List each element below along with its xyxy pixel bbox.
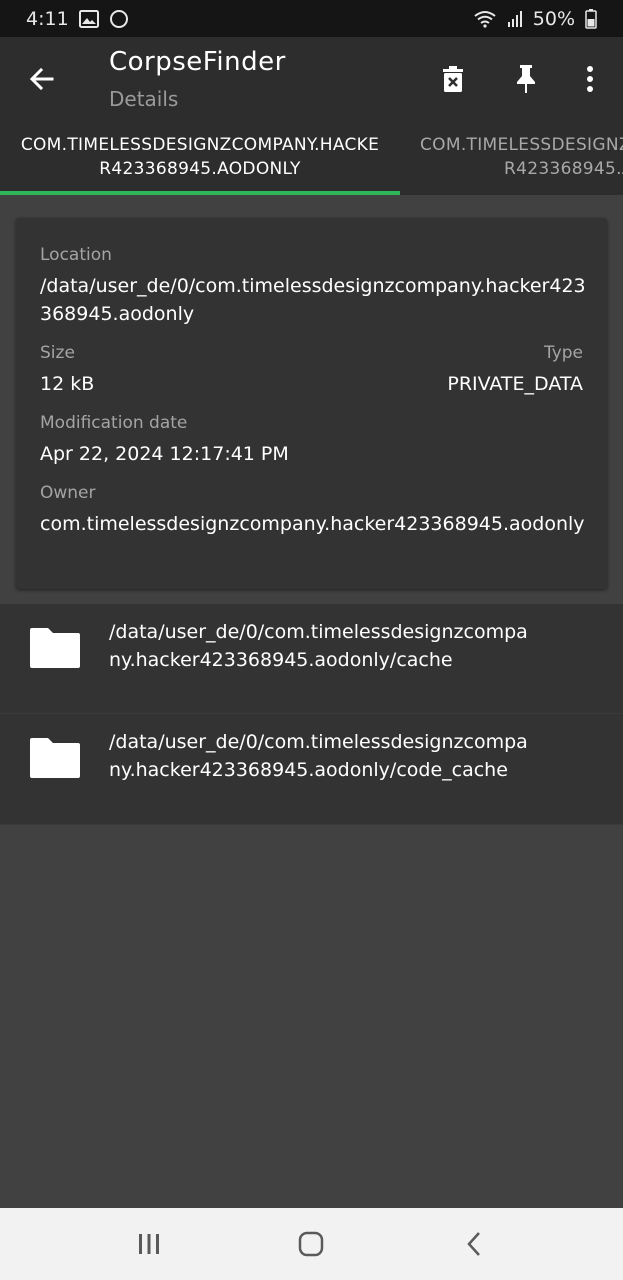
home-button[interactable] xyxy=(291,1228,331,1260)
recents-button[interactable] xyxy=(129,1228,169,1260)
size-label: Size xyxy=(40,343,75,363)
owner-label: Owner xyxy=(40,483,96,503)
circle-icon xyxy=(109,9,129,29)
type-value: PRIVATE_DATA xyxy=(447,373,583,395)
tab-next-line1: COM.TIMELESSDESIGNZ xyxy=(420,135,623,155)
back-arrow-icon xyxy=(29,67,54,91)
system-nav-bar xyxy=(0,1208,623,1280)
pin-button[interactable] xyxy=(506,59,546,99)
delete-icon xyxy=(443,66,463,92)
details-card: Location /data/user_de/0/com.timelessdes… xyxy=(16,218,607,589)
home-icon xyxy=(298,1231,324,1257)
folder-icon xyxy=(30,628,80,668)
tab-next[interactable]: COM.TIMELESSDESIGNZ R423368945.A xyxy=(420,133,623,181)
modification-date-value: Apr 22, 2024 12:17:41 PM xyxy=(40,443,289,465)
list-item[interactable]: /data/user_de/0/com.timelessdesignzcompa… xyxy=(0,604,623,714)
location-value: /data/user_de/0/com.timelessdesignzcompa… xyxy=(40,275,586,325)
battery-icon xyxy=(585,8,597,29)
tab-current[interactable]: COM.TIMELESSDESIGNZCOMPANY.HACKE R423368… xyxy=(10,133,390,181)
status-time: 4:11 xyxy=(26,7,69,30)
app-title: CorpseFinder xyxy=(109,47,286,77)
location-label: Location xyxy=(40,245,112,265)
pin-icon xyxy=(517,65,535,93)
battery-percent: 50% xyxy=(532,7,575,30)
app-subtitle: Details xyxy=(109,87,179,111)
more-button[interactable] xyxy=(570,59,610,99)
status-right: 50% xyxy=(473,8,597,30)
folder-path: /data/user_de/0/com.timelessdesignzcompa… xyxy=(109,731,528,781)
wifi-icon xyxy=(473,10,497,28)
signal-icon xyxy=(507,10,523,28)
delete-button[interactable] xyxy=(433,59,473,99)
file-list: /data/user_de/0/com.timelessdesignzcompa… xyxy=(0,604,623,825)
modification-date-label: Modification date xyxy=(40,413,188,433)
status-left: 4:11 xyxy=(26,8,129,30)
tab-indicator xyxy=(0,191,400,195)
recents-icon xyxy=(139,1234,159,1254)
list-item[interactable]: /data/user_de/0/com.timelessdesignzcompa… xyxy=(0,714,623,825)
image-icon xyxy=(78,9,99,28)
size-value: 12 kB xyxy=(40,373,95,395)
status-bar: 4:11 50% xyxy=(0,0,623,37)
tab-next-line2: R423368945.A xyxy=(504,159,623,179)
folder-path: /data/user_de/0/com.timelessdesignzcompa… xyxy=(109,621,528,671)
nav-back-button[interactable] xyxy=(454,1228,494,1260)
owner-value: com.timelessdesignzcompany.hacker4233689… xyxy=(40,513,585,535)
tab-bar: COM.TIMELESSDESIGNZCOMPANY.HACKE R423368… xyxy=(0,121,623,195)
more-vert-icon xyxy=(587,66,593,92)
folder-icon xyxy=(30,738,80,778)
app-bar: CorpseFinder Details xyxy=(0,37,623,121)
type-label: Type xyxy=(543,343,583,363)
nav-back-icon xyxy=(467,1232,480,1256)
back-button[interactable] xyxy=(22,59,62,99)
